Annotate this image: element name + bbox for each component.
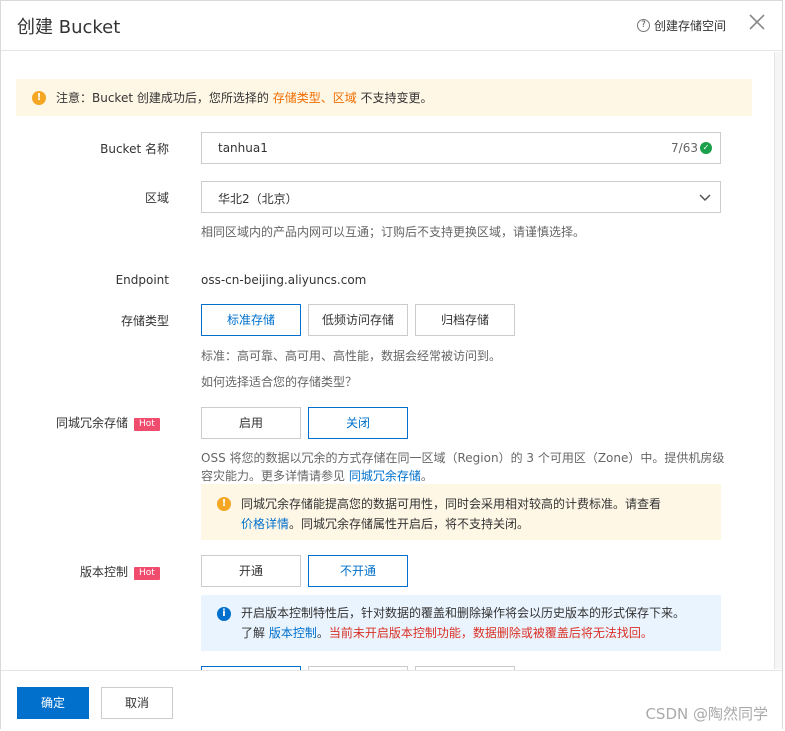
zrs-desc-line1: OSS 将您的数据以冗余的方式存储在同一区域（Region）的 3 个可用区（Z… — [201, 451, 725, 465]
cancel-button[interactable]: 取消 — [101, 687, 173, 719]
zrs-warning-box: ! 同城冗余存储能提高您的数据可用性，同时会采用相对较高的计费标准。请查看 价格… — [201, 484, 721, 540]
versioning-info-sep: 。 — [316, 626, 329, 640]
versioning-info-line1: 开启版本控制特性后，针对数据的覆盖和删除操作将会以历史版本的形式保存下来。 — [241, 606, 686, 620]
versioning-label-text: 版本控制 — [80, 565, 129, 579]
region-label: 区域 — [144, 191, 169, 205]
zrs-warn-line2: 价格详情。同城冗余存储属性开启后，将不支持关闭。 — [241, 514, 705, 534]
storage-type-label: 存储类型 — [120, 314, 169, 328]
region-hint: 相同区域内的产品内网可以互通；订购后不支持更换区域，请谨慎选择。 — [201, 225, 586, 239]
versioning-disable-option[interactable]: 不开通 — [308, 555, 408, 587]
scrollbar[interactable] — [774, 52, 782, 669]
hot-badge: Hot — [134, 567, 160, 580]
dialog-body: ! 注意：Bucket 创建成功后，您所选择的 存储类型、区域 不支持变更。 B… — [1, 52, 782, 670]
endpoint-value: oss-cn-beijing.aliyuncs.com — [201, 273, 367, 287]
storage-type-hint: 标准：高可靠、高可用、高性能，数据会经常被访问到。 — [201, 349, 502, 363]
notice-suffix: 不支持变更。 — [356, 91, 433, 105]
versioning-info-box: i 开启版本控制特性后，针对数据的覆盖和删除操作将会以历史版本的形式保存下来。 … — [201, 595, 721, 651]
info-icon: i — [217, 607, 231, 621]
bucket-name-counter: 7/63 ✓ — [671, 141, 712, 155]
warning-icon: ! — [217, 497, 231, 511]
notice-highlight-region: 区域 — [332, 91, 357, 105]
help-label: 创建存储空间 — [653, 19, 726, 33]
create-bucket-dialog: 创建 Bucket ? 创建存储空间 ! 注意：Bucket 创建成功后，您所选… — [0, 0, 783, 730]
bucket-name-input[interactable]: tanhua1 7/63 ✓ — [201, 132, 721, 164]
help-link[interactable]: ? 创建存储空间 — [636, 17, 726, 34]
zrs-desc-suffix: 。 — [420, 469, 433, 483]
dialog-header: 创建 Bucket ? 创建存储空间 — [1, 1, 782, 51]
zrs-warn-line1: 同城冗余存储能提高您的数据可用性，同时会采用相对较高的计费标准。请查看 — [241, 497, 662, 511]
notice-highlight-storage: 存储类型 — [272, 91, 321, 105]
zrs-description: OSS 将您的数据以冗余的方式存储在同一区域（Region）的 3 个可用区（Z… — [201, 449, 731, 485]
bucket-name-value: tanhua1 — [218, 141, 268, 155]
confirm-button[interactable]: 确定 — [17, 687, 89, 719]
warning-icon: ! — [32, 90, 46, 105]
versioning-warning-text: 当前未开启版本控制功能，数据删除或被覆盖后将无法找回。 — [328, 626, 653, 640]
zrs-warn-line2-text: 。同城冗余存储属性开启后，将不支持关闭。 — [289, 517, 530, 531]
zrs-disable-option[interactable]: 关闭 — [308, 407, 408, 439]
versioning-enable-option[interactable]: 开通 — [201, 555, 301, 587]
versioning-info-prefix: 了解 — [241, 626, 269, 640]
versioning-info-line2: 了解 版本控制。当前未开启版本控制功能，数据删除或被覆盖后将无法找回。 — [241, 623, 705, 643]
dialog-title: 创建 Bucket — [17, 17, 121, 38]
versioning-doc-link[interactable]: 版本控制 — [269, 626, 317, 640]
zrs-doc-link[interactable]: 同城冗余存储 — [349, 469, 421, 483]
counter-text: 7/63 — [671, 141, 698, 155]
endpoint-label: Endpoint — [115, 273, 169, 287]
watermark: CSDN @陶然同学 — [645, 705, 768, 723]
zrs-desc-line2: 容灾能力。更多详情请参见 同城冗余存储。 — [201, 467, 731, 485]
pricing-link[interactable]: 价格详情 — [241, 517, 289, 531]
check-icon: ✓ — [700, 142, 712, 154]
bucket-name-label: Bucket 名称 — [100, 142, 169, 156]
zrs-label: 同城冗余存储 Hot — [41, 414, 169, 431]
storage-ia-option[interactable]: 低频访问存储 — [308, 304, 408, 336]
zrs-enable-option[interactable]: 启用 — [201, 407, 301, 439]
hot-badge: Hot — [134, 418, 160, 431]
dialog-footer: 确定 取消 CSDN @陶然同学 — [1, 670, 782, 730]
notice-text: 注意：Bucket 创建成功后，您所选择的 存储类型、区域 不支持变更。 — [56, 89, 433, 106]
zrs-desc-prefix: 容灾能力。更多详情请参见 — [201, 469, 349, 483]
notice-sep: 、 — [320, 91, 333, 105]
notice-banner: ! 注意：Bucket 创建成功后，您所选择的 存储类型、区域 不支持变更。 — [16, 79, 752, 116]
storage-standard-option[interactable]: 标准存储 — [201, 304, 301, 336]
chevron-down-icon — [699, 194, 711, 202]
notice-prefix: 注意：Bucket 创建成功后，您所选择的 — [56, 91, 273, 105]
storage-archive-option[interactable]: 归档存储 — [415, 304, 515, 336]
close-icon[interactable] — [748, 13, 766, 31]
storage-type-help-link[interactable]: 如何选择适合您的存储类型？ — [201, 373, 357, 390]
region-value: 华北2（北京） — [218, 192, 298, 206]
zrs-label-text: 同城冗余存储 — [56, 416, 129, 430]
versioning-label: 版本控制 Hot — [61, 563, 169, 580]
region-select[interactable]: 华北2（北京） — [201, 181, 721, 213]
question-icon: ? — [636, 19, 650, 32]
